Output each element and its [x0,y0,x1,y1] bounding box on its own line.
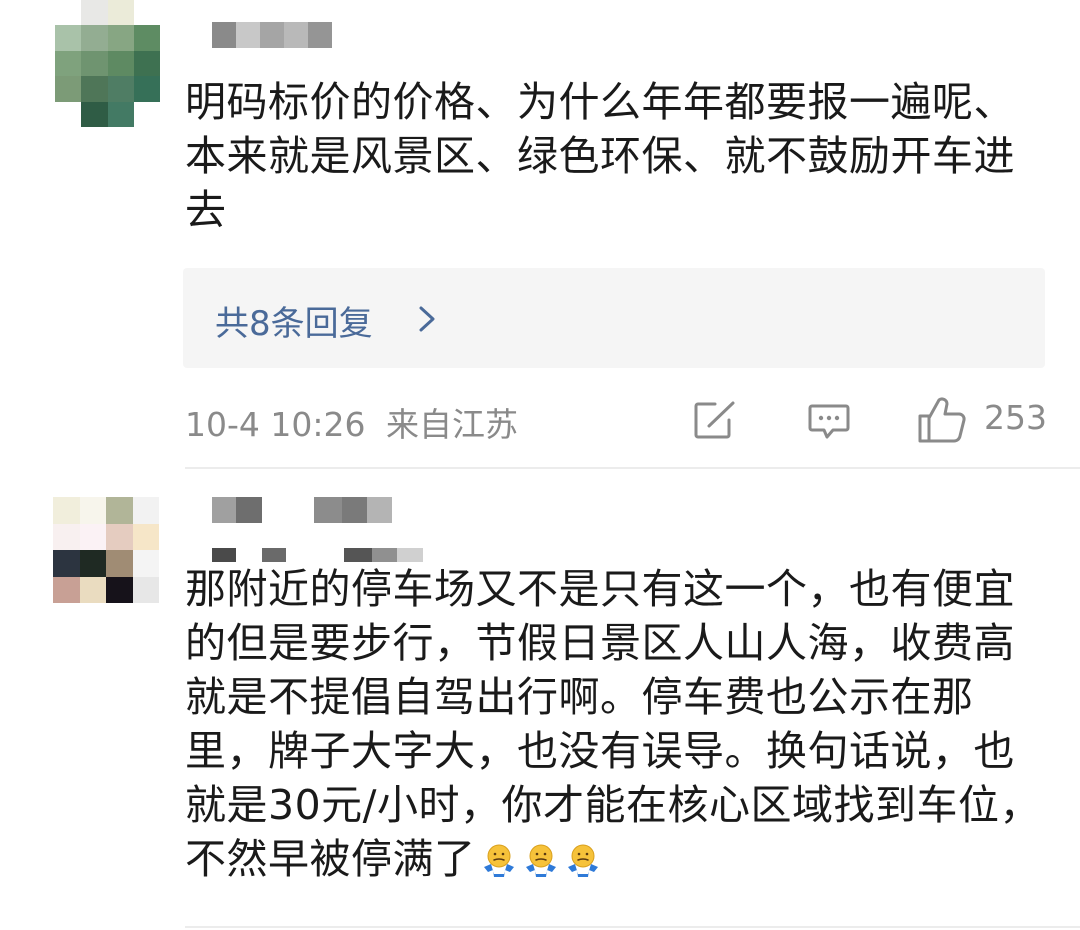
shrug-emoji-icon [567,844,598,877]
username[interactable] [212,497,392,523]
avatar[interactable] [55,0,160,127]
shrug-emoji-icon [483,844,514,877]
user-badge [212,548,423,562]
avatar[interactable] [53,497,159,603]
like-count: 253 [984,398,1047,437]
thumbs-up-icon[interactable] [917,396,967,444]
comment-meta: 10-4 10:26 来自江苏 [185,398,518,446]
emoji-group [480,841,602,879]
edit-share-icon[interactable] [693,400,737,440]
replies-button[interactable]: 共8条回复 [183,268,1045,368]
comment-location: 来自江苏 [386,405,518,444]
comment-text: 那附近的停车场又不是只有这一个，也有便宜的但是要步行，节假日景区人山人海，收费高… [185,565,1041,883]
comment-text: 明码标价的价格、为什么年年都要报一遍呢、本来就是风景区、绿色环保、就不鼓励开车进… [185,78,1015,234]
comment-date: 10-4 10:26 [185,405,366,444]
chevron-right-icon [419,306,435,332]
divider [185,467,1080,469]
divider [185,926,1080,928]
shrug-emoji-icon [525,844,556,877]
username[interactable] [212,22,332,48]
comment-icon[interactable] [807,403,851,441]
replies-label: 共8条回复 [215,304,373,344]
